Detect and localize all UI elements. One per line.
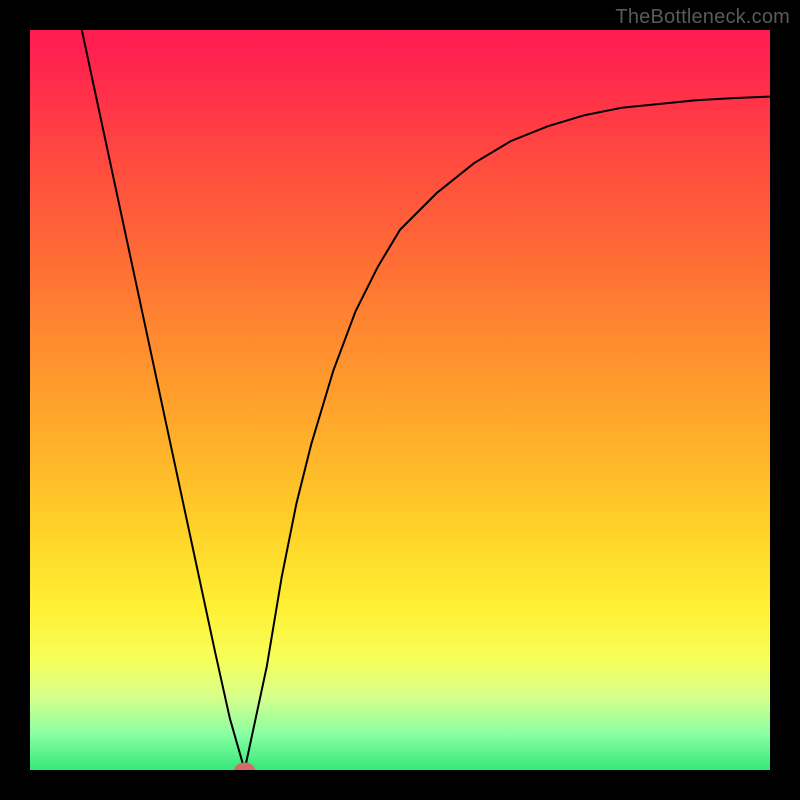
- trough-marker-shape: [234, 763, 255, 770]
- watermark-text: TheBottleneck.com: [615, 6, 790, 29]
- curve-svg: [30, 30, 770, 770]
- chart-container: TheBottleneck.com: [0, 0, 800, 800]
- plot-area: [30, 30, 770, 770]
- bottleneck-curve-path: [82, 30, 770, 770]
